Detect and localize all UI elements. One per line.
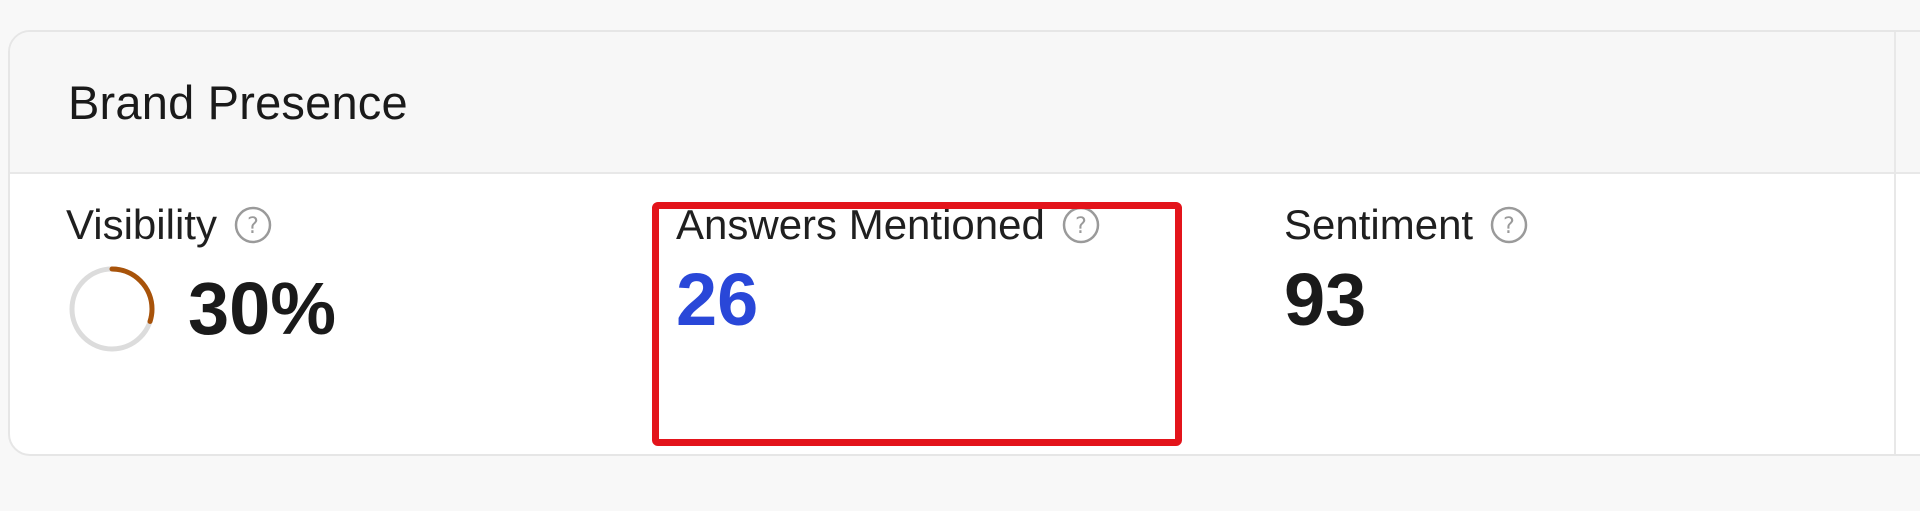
svg-text:?: ? <box>247 214 259 239</box>
card-title: Brand Presence <box>68 75 408 129</box>
visibility-ring-icon <box>69 266 155 352</box>
help-icon[interactable]: ? <box>233 205 273 245</box>
metric-label: Sentiment <box>1284 201 1474 248</box>
metric-sentiment: Sentiment ? 93 <box>1284 195 1529 337</box>
metric-value: 93 <box>1284 258 1367 341</box>
card-divider <box>1894 32 1896 454</box>
metric-value: 30% <box>188 267 337 350</box>
metric-visibility: Visibility ? 30% <box>66 195 336 355</box>
highlight-box <box>652 202 1182 446</box>
svg-text:?: ? <box>1503 214 1515 239</box>
card-header: Brand Presence <box>10 32 1920 174</box>
metric-label: Visibility <box>66 201 217 248</box>
help-icon[interactable]: ? <box>1489 205 1529 245</box>
